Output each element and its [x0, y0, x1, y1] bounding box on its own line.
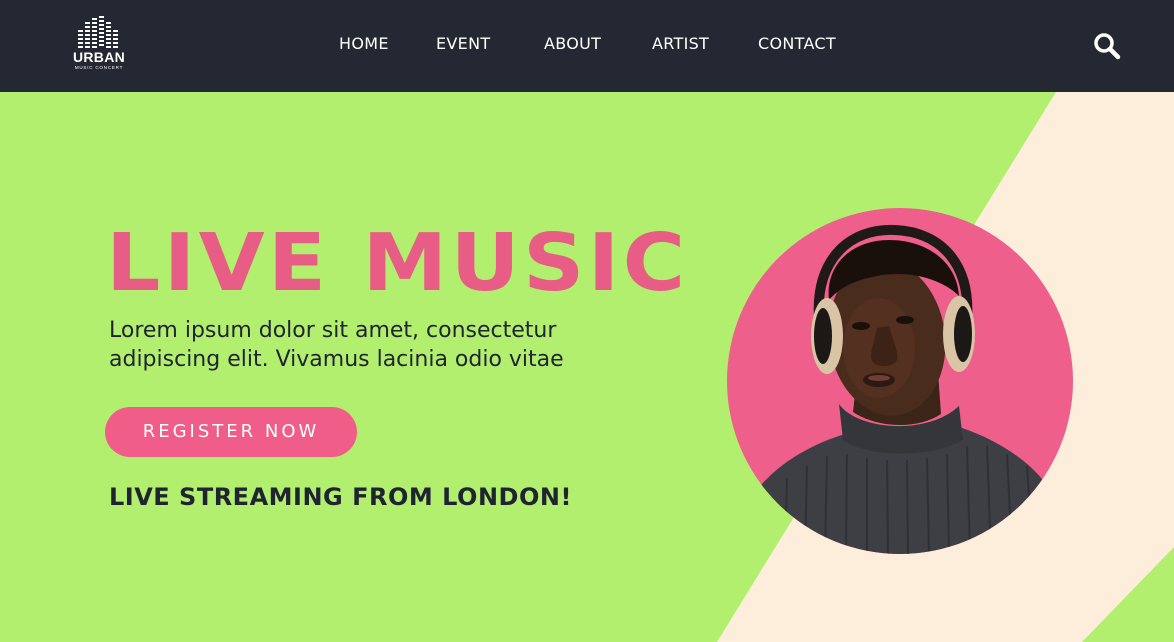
brand-name: URBAN — [72, 49, 126, 65]
hero-headline: LIVE MUSIC — [106, 217, 689, 309]
nav-artist[interactable]: ARTIST — [652, 34, 709, 53]
search-icon — [1094, 33, 1121, 60]
streaming-subtitle: LIVE STREAMING FROM LONDON! — [109, 483, 572, 511]
artist-portrait — [727, 208, 1073, 554]
nav-about[interactable]: ABOUT — [544, 34, 601, 53]
nav-contact[interactable]: CONTACT — [758, 34, 836, 53]
nav-home[interactable]: HOME — [339, 34, 389, 53]
man-with-headphones-photo — [757, 224, 1045, 554]
equalizer-icon — [78, 16, 118, 48]
nav-event[interactable]: EVENT — [436, 34, 490, 53]
hero-section: LIVE MUSIC Lorem ipsum dolor sit amet, c… — [0, 92, 1174, 642]
hero-lead-text: Lorem ipsum dolor sit amet, consectetur … — [109, 318, 564, 372]
brand-tagline: MUSIC CONCERT — [74, 65, 124, 70]
register-now-button[interactable]: REGISTER NOW — [105, 407, 357, 457]
top-navbar: URBAN MUSIC CONCERT HOME EVENT ABOUT ART… — [0, 0, 1174, 92]
search-button[interactable] — [1092, 31, 1122, 61]
urban-logo[interactable]: URBAN MUSIC CONCERT — [70, 16, 130, 76]
